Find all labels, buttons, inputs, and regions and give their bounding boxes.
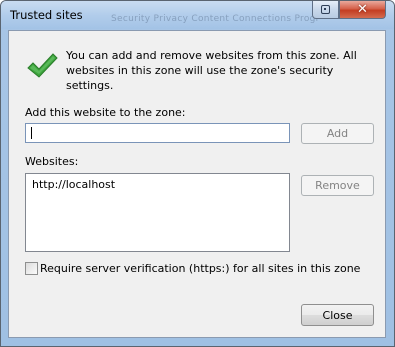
green-checkmark-icon bbox=[27, 53, 58, 78]
require-https-checkbox[interactable] bbox=[25, 262, 38, 275]
title-bar[interactable]: Security Privacy Content Connections Pro… bbox=[1, 1, 394, 29]
zone-info-text: You can add and remove websites from thi… bbox=[66, 49, 357, 92]
help-icon bbox=[321, 5, 330, 14]
websites-list[interactable]: http://localhost bbox=[25, 173, 290, 252]
trusted-sites-dialog: Security Privacy Content Connections Pro… bbox=[0, 0, 395, 347]
add-button[interactable]: Add bbox=[301, 123, 374, 144]
websites-label: Websites: bbox=[25, 155, 79, 168]
dialog-content: You can add and remove websites from thi… bbox=[8, 30, 386, 338]
list-item[interactable]: http://localhost bbox=[32, 178, 115, 191]
add-website-label: Add this website to the zone: bbox=[25, 106, 186, 119]
add-website-input[interactable] bbox=[25, 123, 290, 143]
window-title: Trusted sites bbox=[10, 8, 83, 22]
close-icon: ✕ bbox=[357, 2, 368, 17]
close-button[interactable]: Close bbox=[301, 304, 374, 326]
require-https-label[interactable]: Require server verification (https:) for… bbox=[40, 262, 360, 275]
text-caret bbox=[31, 127, 32, 139]
help-button[interactable] bbox=[312, 1, 339, 19]
remove-button[interactable]: Remove bbox=[301, 175, 374, 196]
background-tabs-text: Security Privacy Content Connections Pro… bbox=[111, 14, 320, 24]
window-close-button[interactable]: ✕ bbox=[339, 1, 386, 19]
